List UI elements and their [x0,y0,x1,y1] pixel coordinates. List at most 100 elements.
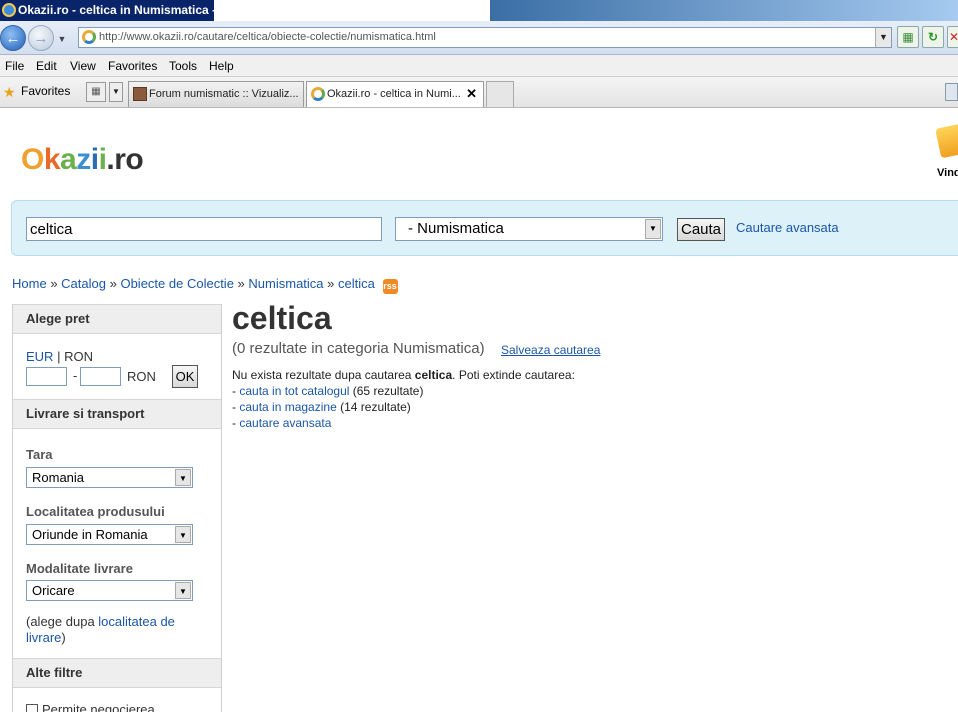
close-tab-icon[interactable]: ✕ [466,82,477,106]
category-select[interactable]: - Numismatica ▼ [395,217,663,241]
window-title-block: Okazii.ro - celtica in Numismatica - [0,0,214,21]
breadcrumb-separator: » [109,276,117,291]
delivery-note-line-2: livrare) [26,630,66,645]
filter-sidebar: Alege pret EUR | RON - RON OK Livrare si… [12,304,222,712]
menu-edit[interactable]: Edit [36,55,57,77]
no-results-message: Nu exista rezultate dupa cautarea celtic… [232,368,575,382]
negotiate-checkbox[interactable] [26,704,38,712]
rss-feed-icon[interactable]: rss [382,279,398,294]
search-input[interactable] [26,217,382,241]
menu-tools[interactable]: Tools [169,55,197,77]
breadcrumb-separator: » [50,276,58,291]
tab-label: Okazii.ro - celtica in Numi... [327,88,461,100]
favorites-button[interactable]: Favorites [21,84,70,98]
okazii-favicon-icon [311,87,325,101]
chevron-down-icon[interactable]: ▼ [175,582,191,599]
logo-letter-k: k [43,143,61,176]
results-count: (0 rezultate in categoria Numismatica) [232,340,485,357]
browser-app-icon [2,3,16,17]
stop-icon[interactable]: ✕ [947,26,958,48]
url-text: http://www.okazii.ro/cautare/celtica/obi… [99,31,436,43]
logo-letter-o: O [21,143,44,176]
breadcrumb-collection[interactable]: Obiecte de Colectie [120,276,233,291]
back-arrow-icon: ← [5,29,21,47]
page-menu-icon[interactable] [945,83,958,101]
address-toolbar: ← → ▼ http://www.okazii.ro/cautare/celti… [0,21,958,55]
page-title: celtica [232,300,332,336]
menu-favorites[interactable]: Favorites [108,55,157,77]
quick-tabs-icon[interactable]: ▦ [86,82,106,102]
price-ok-button[interactable]: OK [172,365,198,388]
chevron-down-icon[interactable]: ▼ [175,526,191,543]
country-label: Tara [26,447,53,462]
breadcrumb: Home » Catalog » Obiecte de Colectie » N… [12,276,398,294]
location-label: Localitatea produsului [26,504,165,519]
sell-link[interactable]: Vind [937,167,958,179]
title-bar-blank [214,0,490,21]
menu-file[interactable]: File [5,55,24,77]
stores-result-count: (14 rezultate) [340,400,411,414]
country-selected-value: Romania [32,470,85,485]
no-results-term: celtica [414,368,453,382]
recent-pages-dropdown[interactable]: ▼ [56,33,68,45]
catalog-result-count: (65 rezultate) [352,384,424,398]
delivery-location-link[interactable]: livrare [26,630,61,645]
logo-letter-a: a [60,143,77,176]
delivery-mode-label: Modalitate livrare [26,561,133,576]
compatibility-view-icon[interactable]: ▦ [897,26,919,48]
tab-bar: ★ Favorites ▦ ▼ Forum numismatic :: Vizu… [0,77,958,108]
delivery-note-line-1: (alege dupa localitatea de [26,614,175,629]
breadcrumb-home[interactable]: Home [12,276,47,291]
price-filter-heading: Alege pret [13,304,221,334]
tab-list-dropdown[interactable]: ▼ [109,82,123,102]
option-dash: - [232,400,236,414]
tab-okazii[interactable]: Okazii.ro - celtica in Numi... ✕ [306,81,484,107]
delivery-mode-selected-value: Oricare [32,583,75,598]
option-dash: - [232,416,236,430]
search-stores-link[interactable]: cauta in magazine [239,400,336,414]
chevron-down-icon[interactable]: ▼ [645,219,661,239]
country-select[interactable]: Romania ▼ [26,467,193,488]
chevron-down-icon[interactable]: ▼ [175,469,191,486]
advanced-search-link[interactable]: Cautare avansata [736,220,839,235]
price-max-input[interactable] [80,367,121,386]
price-range-dash: - [73,368,78,383]
url-dropdown-icon[interactable]: ▼ [875,28,891,47]
location-select[interactable]: Oriunde in Romania ▼ [26,524,193,545]
sell-icon[interactable] [935,123,958,159]
delivery-note-prefix: (alege dupa [26,614,95,629]
extend-option-advanced: - cautare avansata [232,416,331,430]
extend-option-stores: - cauta in magazine (14 rezultate) [232,400,411,414]
okazii-logo[interactable]: Okazii.ro [21,143,144,177]
no-results-prefix: Nu exista rezultate dupa cautarea [232,368,412,382]
site-favicon-icon [82,30,96,44]
menu-view[interactable]: View [70,55,96,77]
price-min-input[interactable] [26,367,67,386]
save-search-link[interactable]: Salveaza cautarea [501,343,600,357]
favorites-star-icon[interactable]: ★ [3,85,16,99]
negotiate-label: Permite negocierea [42,702,155,712]
currency-eur-link[interactable]: EUR [26,349,53,364]
other-filters-heading: Alte filtre [13,658,221,688]
extend-option-catalog: - cauta in tot catalogul (65 rezultate) [232,384,423,398]
breadcrumb-numismatics[interactable]: Numismatica [248,276,323,291]
search-button[interactable]: Cauta [677,218,725,241]
refresh-icon[interactable]: ↻ [922,26,944,48]
breadcrumb-catalog[interactable]: Catalog [61,276,106,291]
delivery-mode-select[interactable]: Oricare ▼ [26,580,193,601]
breadcrumb-current[interactable]: celtica [338,276,375,291]
menu-help[interactable]: Help [209,55,234,77]
new-tab-button[interactable] [486,81,514,107]
search-all-catalog-link[interactable]: cauta in tot catalogul [239,384,349,398]
url-input[interactable]: http://www.okazii.ro/cautare/celtica/obi… [78,27,892,48]
price-currency-switch: EUR | RON [26,349,93,364]
logo-suffix: .ro [106,143,144,176]
delivery-location-link[interactable]: localitatea de [98,614,175,629]
no-results-suffix: . Poti extinde cautarea: [452,368,575,382]
back-button[interactable]: ← [0,25,26,51]
window-title: Okazii.ro - celtica in Numismatica - [18,3,214,17]
advanced-search-option-link[interactable]: cautare avansata [239,416,331,430]
menu-bar: File Edit View Favorites Tools Help [0,55,958,77]
forward-button[interactable]: → [28,25,54,51]
tab-forum-numismatic[interactable]: Forum numismatic :: Vizualiz... [128,81,304,107]
